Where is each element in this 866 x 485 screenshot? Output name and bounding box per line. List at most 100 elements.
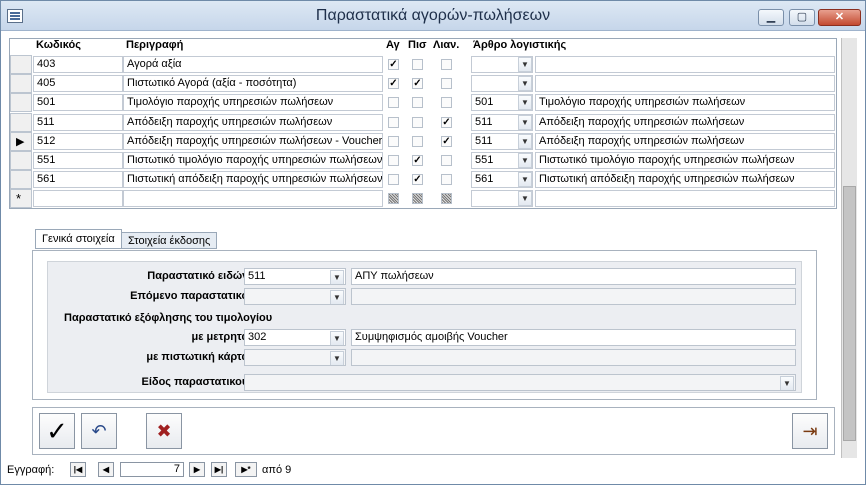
exit-button[interactable]: ⇥ [792,413,828,449]
checkmark-button[interactable]: ✓ [39,413,75,449]
maximize-button[interactable]: ▢ [789,9,815,26]
chevron-down-icon[interactable]: ▼ [330,331,344,345]
table-row[interactable]: 405 Πιστωτικό Αγορά (αξία - ποσότητα) ✓ ✓ ▼ [10,74,836,94]
chevron-down-icon[interactable]: ▼ [518,76,532,92]
ag-checkbox[interactable] [388,116,399,128]
pis-checkbox[interactable] [412,135,423,147]
code-cell[interactable] [33,190,123,208]
description-cell[interactable] [123,190,383,208]
article-desc-cell[interactable]: Απόδειξη παροχής υπηρεσιών πωλήσεων [535,113,835,131]
lian-checkbox[interactable] [441,78,452,90]
ag-checkbox[interactable] [388,97,399,109]
lian-checkbox[interactable] [441,174,452,186]
undo-button[interactable]: ↶ [81,413,117,449]
code-cell[interactable]: 561 [33,171,123,189]
chevron-down-icon[interactable]: ▼ [518,191,532,207]
article-desc-cell[interactable] [535,75,835,93]
description-cell[interactable]: Τιμολόγιο παροχής υπηρεσιών πωλήσεων [123,94,383,112]
ag-checkbox[interactable] [388,174,399,186]
lian-checkbox[interactable]: ✓ [441,135,452,147]
pis-checkbox[interactable] [412,116,423,128]
ag-checkbox[interactable]: ✓ [388,59,399,70]
article-desc-cell[interactable]: Πιστωτική απόδειξη παροχής υπηρεσιών πωλ… [535,171,835,189]
table-row[interactable]: 551 Πιστωτικό τιμολόγιο παροχής υπηρεσιών… [10,151,836,170]
description-cell[interactable]: Αγορά αξία [123,56,383,73]
row-selector[interactable]: ▶ [10,131,32,151]
chevron-down-icon[interactable]: ▼ [518,95,532,111]
card-code-select[interactable]: ▼ [244,349,346,366]
chevron-down-icon[interactable]: ▼ [330,351,344,365]
description-cell[interactable]: Απόδειξη παροχής υπηρεσιών πωλήσεων [123,113,383,131]
code-cell[interactable]: 511 [33,113,123,131]
code-cell[interactable]: 551 [33,152,123,169]
row-selector[interactable] [10,74,32,94]
row-selector[interactable] [10,55,32,74]
next-record-button[interactable]: ▶ [189,462,205,477]
article-desc-cell[interactable]: Πιστωτικό τιμολόγιο παροχής υπηρεσιών πω… [535,152,835,169]
ag-checkbox[interactable] [388,155,399,166]
pis-checkbox[interactable] [412,59,423,70]
lian-checkbox[interactable] [441,155,452,166]
last-record-button[interactable]: ▶| [211,462,227,477]
article-desc-cell[interactable] [535,56,835,73]
chevron-down-icon[interactable]: ▼ [330,290,344,304]
ag-checkbox[interactable] [388,193,399,205]
row-selector[interactable] [10,170,32,190]
row-selector[interactable] [10,112,32,132]
previous-record-button[interactable]: ◀ [98,462,114,477]
row-selector[interactable]: * [10,189,32,209]
chevron-down-icon[interactable]: ▼ [518,153,532,168]
description-cell[interactable]: Πιστωτικό Αγορά (αξία - ποσότητα) [123,75,383,93]
row-selector[interactable] [10,151,32,170]
lian-checkbox[interactable] [441,97,452,109]
code-cell[interactable]: 512 [33,132,123,150]
first-record-button[interactable]: |◀ [70,462,86,477]
doc-type-code-select[interactable]: 511 ▼ [244,268,346,285]
close-button[interactable]: ✕ [818,9,861,26]
next-doc-desc-field[interactable] [351,288,796,305]
chevron-down-icon[interactable]: ▼ [780,376,794,390]
description-cell[interactable]: Πιστωτική απόδειξη παροχής υπηρεσιών πωλ… [123,171,383,189]
vertical-scrollbar[interactable] [841,38,857,458]
description-cell[interactable]: Απόδειξη παροχής υπηρεσιών πωλήσεων - Vo… [123,132,383,150]
code-cell[interactable]: 403 [33,56,123,73]
article-desc-cell[interactable] [535,190,835,208]
next-doc-select[interactable]: ▼ [244,288,346,305]
table-row[interactable]: 501 Τιμολόγιο παροχής υπηρεσιών πωλήσεων 5… [10,93,836,113]
article-desc-cell[interactable]: Απόδειξη παροχής υπηρεσιών πωλήσεων [535,132,835,150]
code-cell[interactable]: 405 [33,75,123,93]
pis-checkbox[interactable]: ✓ [412,78,423,90]
lian-checkbox[interactable] [441,193,452,205]
cash-desc-field[interactable]: Συμψηφισμός αμοιβής Voucher [351,329,796,346]
delete-button[interactable]: ✖ [146,413,182,449]
table-row[interactable]: ▶ 512 Απόδειξη παροχής υπηρεσιών πωλήσεων … [10,131,836,151]
row-selector[interactable] [10,93,32,113]
doc-type-desc-field[interactable]: ΑΠΥ πωλήσεων [351,268,796,285]
new-record-button[interactable]: ▶* [235,462,257,477]
chevron-down-icon[interactable]: ▼ [330,270,344,284]
current-record-input[interactable]: 7 [120,462,184,477]
chevron-down-icon[interactable]: ▼ [518,114,532,130]
doc-kind-select[interactable]: ▼ [244,374,796,391]
chevron-down-icon[interactable]: ▼ [518,57,532,72]
scrollbar-thumb[interactable] [843,186,856,441]
table-row[interactable]: 403 Αγορά αξία ✓ ▼ [10,55,836,74]
lian-checkbox[interactable] [441,59,452,70]
pis-checkbox[interactable]: ✓ [412,155,423,166]
pis-checkbox[interactable]: ✓ [412,174,423,186]
description-cell[interactable]: Πιστωτικό τιμολόγιο παροχής υπηρεσιών πω… [123,152,383,169]
ag-checkbox[interactable]: ✓ [388,78,399,90]
tab-general[interactable]: Γενικά στοιχεία [35,229,122,249]
article-desc-cell[interactable]: Τιμολόγιο παροχής υπηρεσιών πωλήσεων [535,94,835,112]
table-row[interactable]: 511 Απόδειξη παροχής υπηρεσιών πωλήσεων ✓ 5… [10,112,836,132]
lian-checkbox[interactable]: ✓ [441,116,452,128]
pis-checkbox[interactable] [412,97,423,109]
new-record-row[interactable]: * ▼ [10,189,836,209]
chevron-down-icon[interactable]: ▼ [518,172,532,188]
code-cell[interactable]: 501 [33,94,123,112]
pis-checkbox[interactable] [412,193,423,205]
cash-code-select[interactable]: 302 ▼ [244,329,346,346]
minimize-button[interactable]: ▁ [758,9,784,26]
card-desc-field[interactable] [351,349,796,366]
tab-issue[interactable]: Στοιχεία έκδοσης [121,232,218,249]
